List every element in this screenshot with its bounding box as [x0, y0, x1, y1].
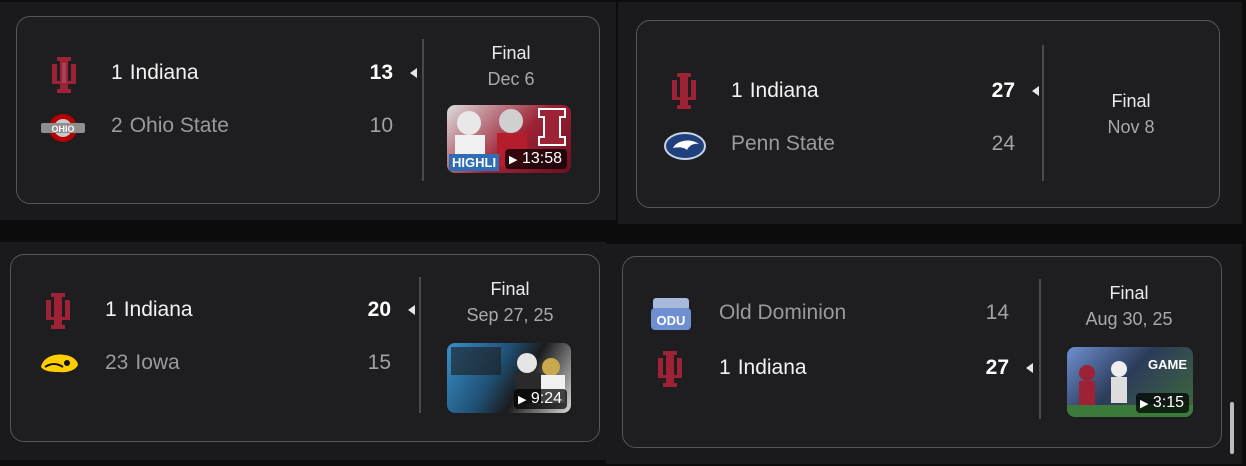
team-name-indiana: 1 Indiana [719, 356, 807, 379]
game-date: Sep 27, 25 [466, 305, 554, 325]
team-score-ohio-state: 10 [369, 114, 393, 137]
game-card-indiana-penn-state[interactable]: 1 Indiana 27 Penn State 24 Final Nov 8 [636, 20, 1220, 208]
card-divider [419, 277, 421, 413]
team-name-iowa: 23 Iowa [105, 351, 180, 374]
video-duration: ▶ 13:58 [505, 149, 567, 169]
game-status: Final [1109, 283, 1149, 303]
penn-state-logo-icon [663, 127, 707, 165]
team-score-penn-state: 24 [991, 132, 1015, 155]
winner-arrow-icon [1026, 363, 1033, 373]
team-name-indiana: 1 Indiana [111, 61, 199, 84]
game-status: Final [1111, 91, 1151, 111]
svg-text:ODU: ODU [657, 313, 686, 328]
video-duration: ▶ 3:15 [1135, 393, 1189, 413]
play-icon: ▶ [517, 394, 527, 406]
video-caption: HIGHLI [449, 154, 500, 171]
play-icon: ▶ [509, 154, 518, 166]
team-name-ohio-state: 2 Ohio State [111, 114, 229, 137]
card-divider [422, 39, 424, 181]
team-name-old-dominion: Old Dominion [719, 301, 847, 324]
winner-arrow-icon [408, 305, 415, 315]
team-score-indiana: 27 [985, 356, 1009, 379]
game-date: Dec 6 [487, 69, 535, 89]
game-card-indiana-ohio-state[interactable]: 1 Indiana 13 OHIO 2 Ohio State 10 Final De… [16, 16, 600, 204]
indiana-logo-icon [651, 349, 689, 387]
team-name-indiana: 1 Indiana [731, 79, 819, 102]
old-dominion-logo-icon: ODU [649, 295, 693, 333]
card-divider [1042, 45, 1044, 181]
game-status: Final [491, 43, 531, 63]
indiana-logo-icon [665, 71, 703, 109]
game-card-indiana-iowa[interactable]: 1 Indiana 20 23 Iowa 15 Final Sep 27, 25 ▶… [10, 254, 600, 442]
ohio-state-logo-icon: OHIO [41, 109, 85, 147]
team-score-indiana: 20 [367, 298, 391, 321]
scores-collage: 1 Indiana 13 OHIO 2 Ohio State 10 Final De… [0, 0, 1246, 466]
card-divider [1039, 279, 1041, 419]
game-status: Final [490, 279, 530, 299]
scrollbar[interactable] [1230, 402, 1234, 454]
video-thumbnail[interactable]: HIGHLI ▶ 13:58 [447, 105, 571, 173]
svg-text:OHIO: OHIO [51, 124, 74, 134]
team-score-old-dominion: 14 [985, 301, 1009, 324]
video-thumbnail[interactable]: GAME ▶ 3:15 [1067, 347, 1193, 417]
video-caption: GAME [1148, 357, 1187, 372]
team-name-penn-state: Penn State [731, 132, 835, 155]
play-icon: ▶ [1139, 398, 1149, 410]
team-score-indiana: 27 [991, 79, 1015, 102]
team-score-indiana: 13 [369, 61, 393, 84]
winner-arrow-icon [410, 68, 417, 78]
indiana-logo-icon [39, 291, 77, 329]
iowa-logo-icon [37, 345, 81, 383]
winner-arrow-icon [1032, 86, 1039, 96]
game-card-old-dominion-indiana[interactable]: ODU Old Dominion 14 1 Indiana 27 Final Au… [622, 256, 1222, 448]
game-date: Nov 8 [1107, 117, 1155, 137]
video-duration: ▶ 9:24 [513, 389, 567, 409]
indiana-logo-icon [45, 55, 83, 93]
video-thumbnail[interactable]: ▶ 9:24 [447, 343, 571, 413]
team-score-iowa: 15 [367, 351, 391, 374]
game-date: Aug 30, 25 [1085, 309, 1173, 329]
team-name-indiana: 1 Indiana [105, 298, 193, 321]
